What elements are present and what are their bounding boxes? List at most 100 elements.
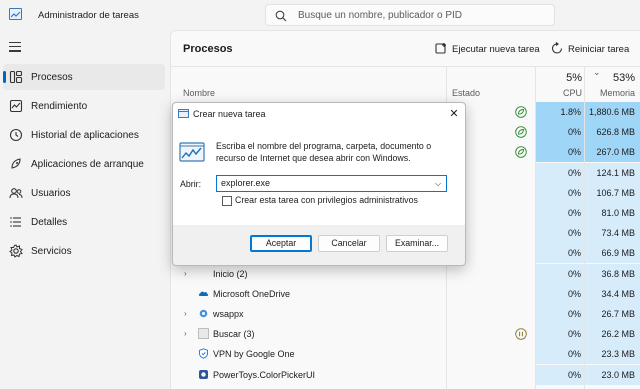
memory-cell: 34.4 MB — [585, 283, 640, 304]
expand-chevron-icon[interactable]: › — [184, 329, 187, 338]
memory-total: 53% — [612, 72, 635, 84]
app-title: Administrador de tareas — [38, 10, 139, 21]
process-name: VPN by Google One — [213, 349, 295, 360]
process-name: Inicio (2) — [213, 268, 248, 279]
sidebar-item-performance[interactable]: Rendimiento — [3, 93, 165, 119]
chevron-down-icon[interactable]: ⌵ — [435, 179, 441, 189]
sidebar-item-label: Procesos — [31, 72, 73, 83]
cpu-cell: 0% — [536, 142, 584, 163]
table-row[interactable]: › Inicio (2) 0% 36.8 MB — [171, 263, 640, 284]
column-header-cpu[interactable]: CPU — [536, 88, 582, 98]
search-icon — [275, 10, 287, 22]
sidebar-item-label: Detalles — [31, 217, 68, 228]
memory-cell: 106.7 MB — [585, 182, 640, 203]
column-header-status[interactable]: Estado — [452, 88, 480, 98]
startup-icon — [11, 158, 21, 169]
performance-icon — [9, 99, 23, 113]
ok-button[interactable]: Aceptar — [250, 235, 312, 252]
open-input-value: explorer.exe — [221, 178, 271, 188]
cpu-cell: 0% — [536, 203, 584, 223]
colorpicker-icon — [198, 369, 209, 380]
admin-checkbox[interactable] — [222, 196, 232, 206]
cpu-cell: 0% — [536, 182, 584, 203]
cancel-button[interactable]: Cancelar — [318, 235, 380, 252]
sidebar-item-startup[interactable]: Aplicaciones de arranque — [3, 151, 165, 177]
leaf-icon — [515, 146, 527, 159]
sidebar: Procesos Rendimiento Historial de aplica… — [0, 30, 170, 389]
active-indicator — [3, 71, 6, 83]
onedrive-icon — [198, 288, 209, 299]
memory-cell: 23.0 MB — [585, 364, 640, 385]
restart-task-label: Reiniciar tarea — [568, 44, 630, 55]
memory-cell: 26.7 MB — [585, 304, 640, 324]
services-icon — [9, 244, 23, 258]
memory-cell: 66.9 MB — [585, 243, 640, 264]
column-header-name[interactable]: Nombre — [183, 88, 215, 98]
cpu-cell: 0% — [536, 283, 584, 304]
new-task-label: Ejecutar nueva tarea — [452, 44, 540, 55]
process-name: PowerToys.ColorPickerUI — [213, 369, 316, 380]
cpu-cell: 0% — [536, 122, 584, 143]
sidebar-item-users[interactable]: Usuarios — [3, 180, 165, 206]
memory-cell: 36.8 MB — [585, 263, 640, 284]
processes-icon — [9, 70, 23, 84]
memory-cell: 1,880.6 MB — [585, 102, 640, 122]
restart-icon — [552, 42, 563, 54]
cpu-cell: 0% — [536, 364, 584, 385]
vpn-icon — [198, 348, 209, 360]
dialog-title-bar: Crear nueva tarea ✕ — [173, 103, 465, 125]
leaf-icon — [515, 106, 527, 118]
title-bar: Administrador de tareas Busque un nombre… — [0, 0, 640, 30]
cpu-total: 5% — [566, 72, 582, 84]
search-placeholder: Busque un nombre, publicador o PID — [298, 10, 462, 21]
run-dialog-icon — [178, 109, 189, 118]
page-title: Procesos — [183, 43, 233, 55]
search-app-icon — [198, 328, 209, 340]
hamburger-menu-icon[interactable] — [9, 42, 21, 55]
open-input[interactable]: explorer.exe — [216, 175, 447, 192]
table-row[interactable]: › Buscar (3) 0% 26.2 MB — [171, 324, 640, 345]
sidebar-item-details[interactable]: Detalles — [3, 209, 165, 235]
memory-cell: 26.2 MB — [585, 324, 640, 345]
expand-chevron-icon[interactable]: › — [184, 309, 187, 318]
sidebar-item-label: Usuarios — [31, 188, 71, 199]
cpu-cell: 1.8% — [536, 102, 584, 122]
details-icon — [10, 217, 21, 227]
memory-cell: 81.0 MB — [585, 203, 640, 223]
memory-cell: 73.4 MB — [585, 223, 640, 244]
process-name: Buscar (3) — [213, 329, 255, 340]
sidebar-item-processes[interactable]: Procesos — [3, 64, 165, 90]
admin-checkbox-label[interactable]: Crear esta tarea con privilegios adminis… — [235, 195, 418, 205]
dialog-title: Crear nueva tarea — [193, 109, 266, 119]
history-icon — [9, 128, 23, 142]
cpu-cell: 0% — [536, 304, 584, 324]
close-icon[interactable]: ✕ — [447, 107, 461, 121]
table-row[interactable]: Microsoft OneDrive 0% 34.4 MB — [171, 283, 640, 304]
sidebar-item-label: Historial de aplicaciones — [31, 130, 139, 141]
memory-cell: 124.1 MB — [585, 162, 640, 183]
process-name: Microsoft OneDrive — [213, 288, 291, 299]
memory-cell: 23.3 MB — [585, 344, 640, 365]
sidebar-item-history[interactable]: Historial de aplicaciones — [3, 122, 165, 148]
table-row[interactable]: › wsappx 0% 26.7 MB — [171, 304, 640, 324]
table-row[interactable]: VPN by Google One 0% 23.3 MB — [171, 344, 640, 365]
expand-chevron-icon[interactable]: › — [184, 269, 187, 278]
open-label: Abrir: — [180, 179, 202, 189]
sidebar-item-services[interactable]: Servicios — [3, 238, 165, 264]
leaf-icon — [515, 126, 527, 138]
cpu-cell: 0% — [536, 162, 584, 183]
pause-icon — [515, 328, 527, 340]
search-input[interactable]: Busque un nombre, publicador o PID — [265, 4, 555, 26]
cpu-cell: 0% — [536, 324, 584, 345]
browse-button[interactable]: Examinar... — [386, 235, 448, 252]
header-divider — [171, 66, 640, 67]
column-header-memory[interactable]: Memoria — [585, 88, 635, 98]
cpu-cell: 0% — [536, 263, 584, 284]
dialog-body: Escriba el nombre del programa, carpeta,… — [173, 125, 465, 225]
task-manager-large-icon — [179, 142, 205, 162]
memory-cell: 626.8 MB — [585, 122, 640, 143]
dialog-description: Escriba el nombre del programa, carpeta,… — [216, 141, 432, 163]
table-row[interactable]: PowerToys.ColorPickerUI 0% 23.0 MB — [171, 364, 640, 385]
cpu-cell: 0% — [536, 243, 584, 264]
sidebar-item-label: Rendimiento — [31, 101, 88, 112]
